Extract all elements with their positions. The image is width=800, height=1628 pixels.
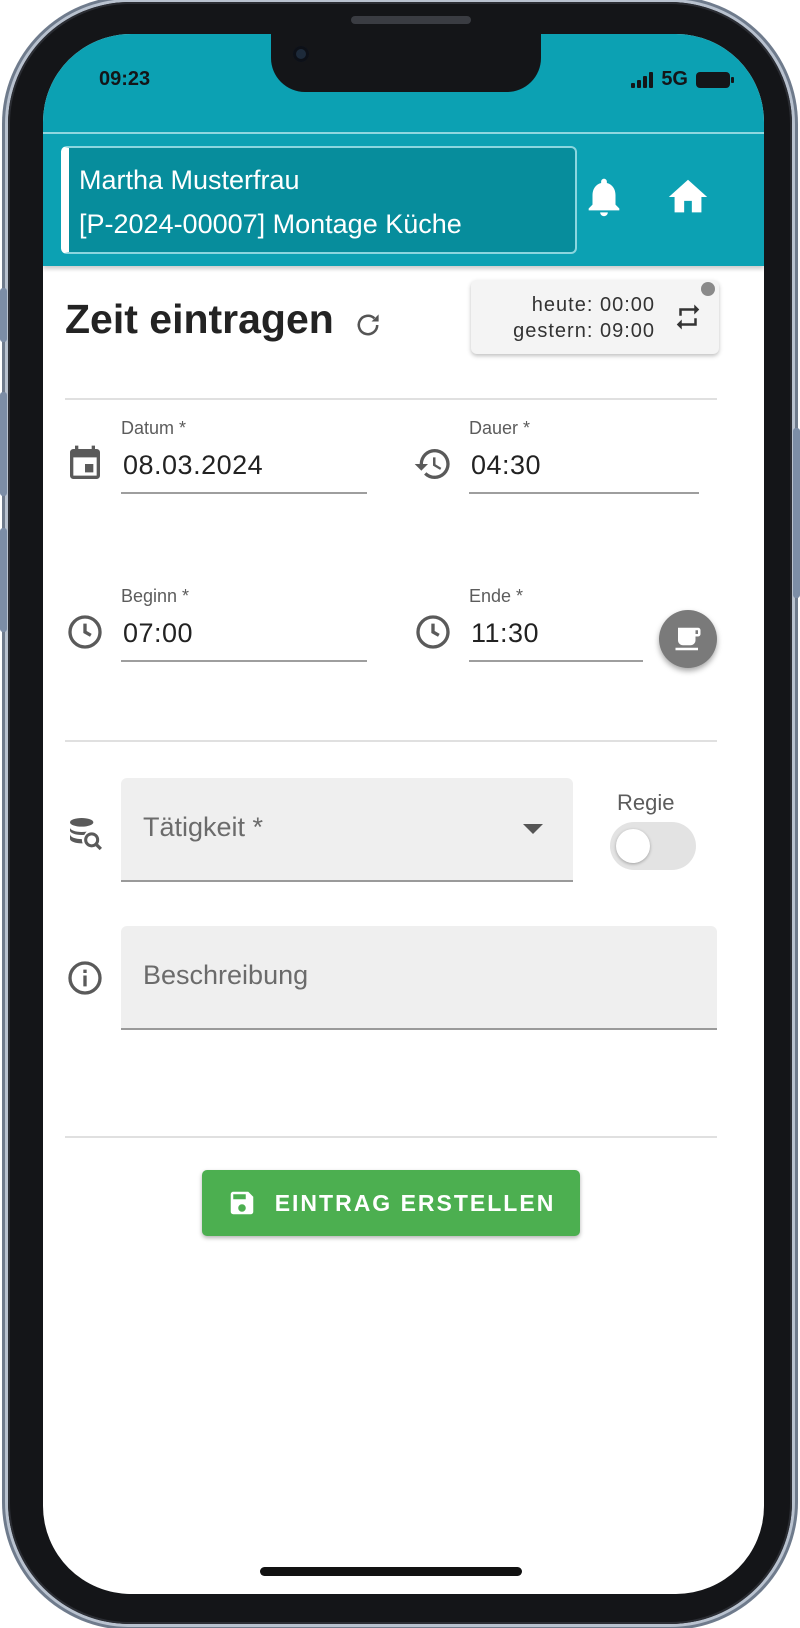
database-search-icon [70, 818, 103, 851]
signal-icon [631, 71, 654, 88]
clock-icon [416, 615, 450, 649]
power-button [793, 428, 800, 598]
bell-icon[interactable] [581, 174, 627, 220]
project-context-selector[interactable]: Martha Musterfrau [P-2024-00007] Montage… [61, 146, 577, 254]
info-icon [68, 961, 102, 995]
project-name: [P-2024-00007] Montage Küche [79, 209, 462, 239]
create-entry-label: EINTRAG ERSTELLEN [274, 1189, 556, 1216]
user-name: Martha Musterfrau [79, 165, 300, 195]
end-field[interactable]: Ende * 11:30 [469, 582, 643, 662]
summary-status-dot [701, 282, 715, 296]
speaker [351, 16, 471, 24]
start-field[interactable]: Beginn * 07:00 [121, 582, 367, 662]
description-input[interactable]: Beschreibung [121, 926, 717, 1030]
notch [271, 34, 541, 92]
duration-field[interactable]: Dauer * 04:30 [469, 414, 699, 494]
time-summary-card[interactable]: heute: 00:00 gestern: 09:00 [471, 280, 719, 354]
end-value: 11:30 [471, 618, 540, 648]
calendar-icon [70, 445, 100, 479]
time-summary: heute: 00:00 gestern: 09:00 [513, 292, 655, 344]
status-time: 09:23 [99, 68, 151, 90]
swap-icon [676, 304, 700, 330]
coffee-icon [675, 627, 701, 651]
activity-select[interactable]: Tätigkeit * [121, 778, 573, 882]
date-value: 08.03.2024 [123, 450, 264, 480]
battery-icon [696, 71, 734, 88]
toggle-knob [616, 829, 650, 863]
start-value: 07:00 [123, 618, 194, 648]
save-icon [230, 1191, 253, 1215]
date-underline [121, 492, 367, 494]
date-field[interactable]: Datum * 08.03.2024 [121, 414, 367, 494]
front-camera [293, 46, 309, 62]
dropdown-arrow-icon [523, 824, 543, 834]
create-entry-button[interactable]: EINTRAG ERSTELLEN [202, 1170, 580, 1236]
refresh-icon[interactable] [351, 308, 385, 342]
duration-underline [469, 492, 699, 494]
status-indicators: 5G [631, 68, 734, 91]
regie-label: Regie [617, 790, 675, 815]
description-placeholder: Beschreibung [143, 960, 309, 990]
start-underline [121, 660, 367, 662]
page-title: Zeit eintragen [65, 296, 334, 342]
end-underline [469, 660, 643, 662]
divider [65, 1136, 717, 1138]
duration-value: 04:30 [471, 450, 542, 480]
regie-toggle[interactable] [610, 822, 696, 870]
activity-placeholder: Tätigkeit * [143, 812, 264, 842]
mute-switch [0, 288, 7, 342]
clock-icon [68, 615, 102, 649]
history-icon [414, 449, 450, 479]
app-screen: 09:23 5G Martha Musterfrau [P-2024-00007… [43, 34, 764, 1594]
break-button[interactable] [659, 610, 717, 668]
volume-down-button [0, 528, 7, 632]
home-indicator [260, 1567, 522, 1576]
divider [65, 740, 717, 742]
home-icon[interactable] [665, 174, 711, 220]
date-label: Datum * [121, 418, 187, 438]
volume-up-button [0, 392, 7, 496]
end-label: Ende * [469, 586, 524, 606]
app-bar: Martha Musterfrau [P-2024-00007] Montage… [43, 132, 764, 266]
summary-yesterday: gestern: 09:00 [513, 320, 655, 342]
start-label: Beginn * [121, 586, 190, 606]
summary-today: heute: 00:00 [531, 294, 655, 316]
status-bar: 09:23 5G [43, 34, 764, 132]
duration-label: Dauer * [469, 418, 531, 438]
network-type: 5G [661, 68, 688, 90]
divider [65, 398, 717, 400]
